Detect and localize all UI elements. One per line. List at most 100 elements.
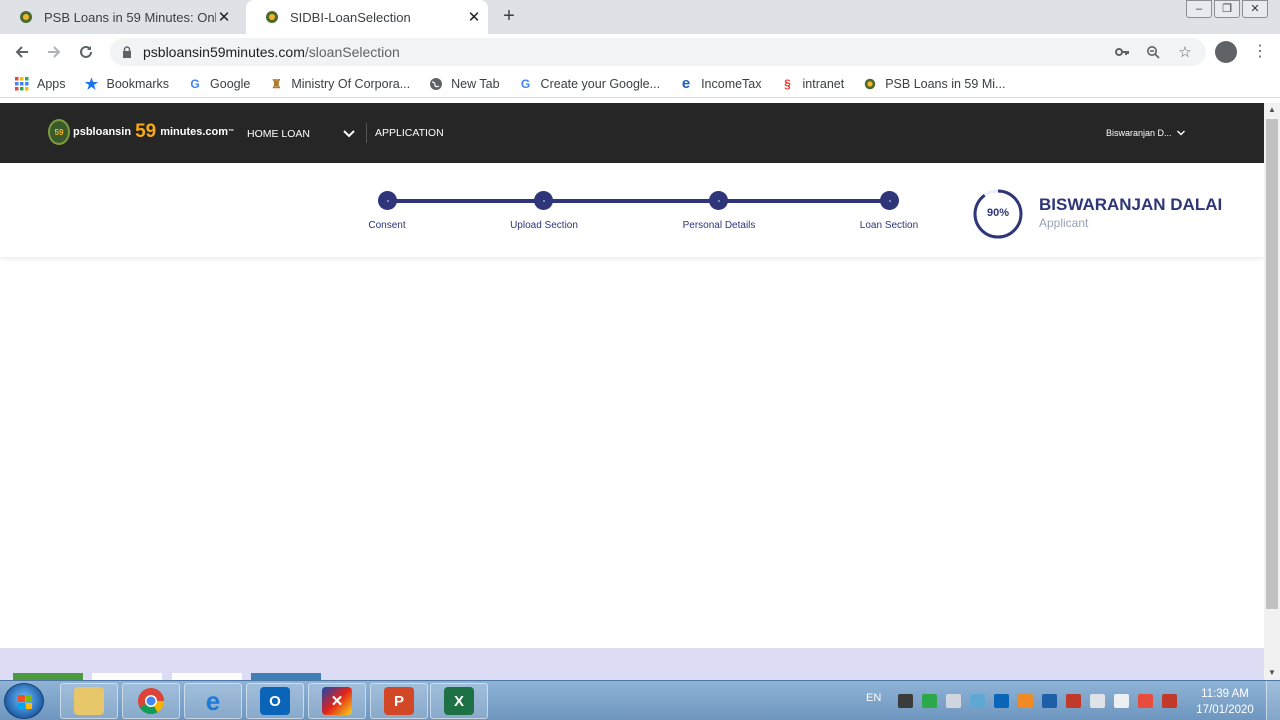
step-label[interactable]: Personal Details <box>683 220 756 231</box>
psb-favicon-icon <box>20 11 32 23</box>
chevron-down-icon[interactable] <box>342 127 356 141</box>
tray-flag-icon[interactable] <box>1066 694 1081 708</box>
intranet-icon: § <box>784 76 791 91</box>
maximize-button[interactable]: ❐ <box>1214 0 1240 18</box>
language-indicator[interactable]: EN <box>866 692 881 704</box>
tab-close-icon[interactable]: ✕ <box>466 9 482 26</box>
step-loan-dot[interactable] <box>880 191 899 210</box>
windows-logo-icon <box>18 695 32 709</box>
footer-badge-sitelock[interactable] <box>92 673 162 680</box>
user-menu[interactable]: Biswaranjan D... <box>1106 128 1186 138</box>
bookmark-apps[interactable]: Apps <box>14 76 66 92</box>
bookmark-psb-loans[interactable]: PSB Loans in 59 Mi... <box>862 76 1005 92</box>
bookmark-label: Create your Google... <box>540 76 661 91</box>
site-logo[interactable]: 59 psbloansin 59 minutes.com ™ <box>48 119 234 145</box>
forward-icon[interactable] <box>42 40 66 64</box>
taskbar-ie[interactable]: e <box>184 683 242 719</box>
bookmark-create-google[interactable]: G Create your Google... <box>518 76 661 92</box>
tray-network-icon[interactable] <box>970 694 985 708</box>
reload-icon[interactable] <box>74 40 98 64</box>
bookmark-label: PSB Loans in 59 Mi... <box>885 76 1006 91</box>
system-clock[interactable]: 11:39 AM 17/01/2020 <box>1192 686 1258 718</box>
logo-seal-icon: 59 <box>48 119 70 145</box>
close-window-button[interactable]: ✕ <box>1242 0 1268 18</box>
psb-favicon-icon <box>266 11 278 23</box>
nav-divider <box>366 123 367 143</box>
applicant-role: Applicant <box>1039 216 1089 230</box>
site-navbar: 59 psbloansin 59 minutes.com ™ HOME LOAN… <box>0 103 1264 163</box>
bookmark-label: intranet <box>802 76 845 91</box>
logo-tm: ™ <box>228 129 235 135</box>
tray-display-icon[interactable] <box>1114 694 1129 708</box>
step-label[interactable]: Upload Section <box>510 220 578 231</box>
application-progress: Consent Upload Section Personal Details … <box>0 163 1264 257</box>
tray-app-icon[interactable] <box>898 694 913 708</box>
taskbar-powerpoint[interactable]: P <box>370 683 428 719</box>
footer-badge-blank[interactable] <box>172 673 242 680</box>
bookmark-google[interactable]: G Google <box>187 76 250 92</box>
new-tab-button[interactable]: + <box>498 6 520 27</box>
back-icon[interactable] <box>10 40 34 64</box>
bookmark-new-tab[interactable]: New Tab <box>428 76 500 92</box>
footer-badge-psb-alt[interactable] <box>251 673 321 680</box>
folder-icon <box>74 687 104 715</box>
step-consent-dot[interactable] <box>378 191 397 210</box>
step-label[interactable]: Consent <box>368 220 405 231</box>
google-icon: G <box>520 76 531 91</box>
chrome-menu-icon[interactable]: ⋮ <box>1252 42 1268 62</box>
step-personal-dot[interactable] <box>709 191 728 210</box>
tab-title: SIDBI-LoanSelection <box>290 9 411 25</box>
start-button[interactable] <box>4 683 44 719</box>
bookmark-intranet[interactable]: § intranet <box>780 76 845 92</box>
bookmark-incometax[interactable]: e IncomeTax <box>678 75 762 92</box>
page-scrollbar[interactable]: ▲ ▼ <box>1264 103 1280 680</box>
profile-avatar-icon[interactable] <box>1215 41 1237 63</box>
tab-close-icon[interactable]: ✕ <box>216 9 232 26</box>
nav-application[interactable]: APPLICATION <box>375 127 444 139</box>
clock-date: 17/01/2020 <box>1196 704 1254 716</box>
logo-suffix: minutes.com <box>160 126 229 138</box>
zoom-icon[interactable] <box>1144 43 1162 61</box>
step-label[interactable]: Loan Section <box>860 220 918 231</box>
tab-psb-loans[interactable]: PSB Loans in 59 Minutes: Online ✕ <box>0 0 246 34</box>
star-icon[interactable]: ☆ <box>1176 43 1194 61</box>
address-bar[interactable]: psbloansin59minutes.com/sloanSelection ☆ <box>110 38 1206 66</box>
web-page: 59 psbloansin 59 minutes.com ™ HOME LOAN… <box>0 103 1264 680</box>
bookmark-ministry[interactable]: ♜ Ministry Of Corpora... <box>268 76 410 92</box>
tray-printer-icon[interactable] <box>946 694 961 708</box>
emblem-icon: ♜ <box>270 76 282 91</box>
key-icon[interactable] <box>1113 43 1131 61</box>
tab-sidbi-loanselection[interactable]: SIDBI-LoanSelection ✕ <box>246 0 488 34</box>
tray-power-icon[interactable] <box>1138 694 1153 708</box>
user-name: Biswaranjan D... <box>1106 128 1172 138</box>
minimize-button[interactable]: – <box>1186 0 1212 18</box>
site-footer <box>0 648 1264 680</box>
footer-badge-psb[interactable] <box>13 673 83 680</box>
tray-volume-icon[interactable] <box>1090 694 1105 708</box>
show-desktop-button[interactable] <box>1266 681 1280 720</box>
taskbar-excel[interactable]: X <box>430 683 488 719</box>
url-host: psbloansin59minutes.com <box>143 44 305 60</box>
tray-zip-icon[interactable] <box>1018 694 1033 708</box>
bookmark-bookmarks[interactable]: ★ Bookmarks <box>84 76 169 93</box>
tray-outlook-icon[interactable] <box>994 694 1009 708</box>
taskbar-outlook[interactable]: O <box>246 683 304 719</box>
step-upload-dot[interactable] <box>534 191 553 210</box>
taskbar-tally[interactable]: ✕ <box>308 683 366 719</box>
logo-number: 59 <box>135 121 157 142</box>
scroll-thumb[interactable] <box>1266 119 1278 609</box>
bookmark-label: Google <box>210 76 251 91</box>
taskbar-chrome[interactable] <box>122 683 180 719</box>
nav-home-loan[interactable]: HOME LOAN <box>247 128 310 140</box>
bookmark-label: IncomeTax <box>701 76 762 91</box>
taskbar-explorer[interactable] <box>60 683 118 719</box>
clock-time: 11:39 AM <box>1201 688 1249 700</box>
tray-user-icon[interactable] <box>1042 694 1057 708</box>
scroll-down-icon[interactable]: ▼ <box>1264 666 1280 680</box>
lock-icon <box>123 46 131 58</box>
window-controls: – ❐ ✕ <box>1184 0 1268 18</box>
globe-icon <box>428 76 444 92</box>
tray-network-off-icon[interactable] <box>1162 694 1177 708</box>
tray-q-icon[interactable] <box>922 694 937 708</box>
scroll-up-icon[interactable]: ▲ <box>1264 103 1280 117</box>
